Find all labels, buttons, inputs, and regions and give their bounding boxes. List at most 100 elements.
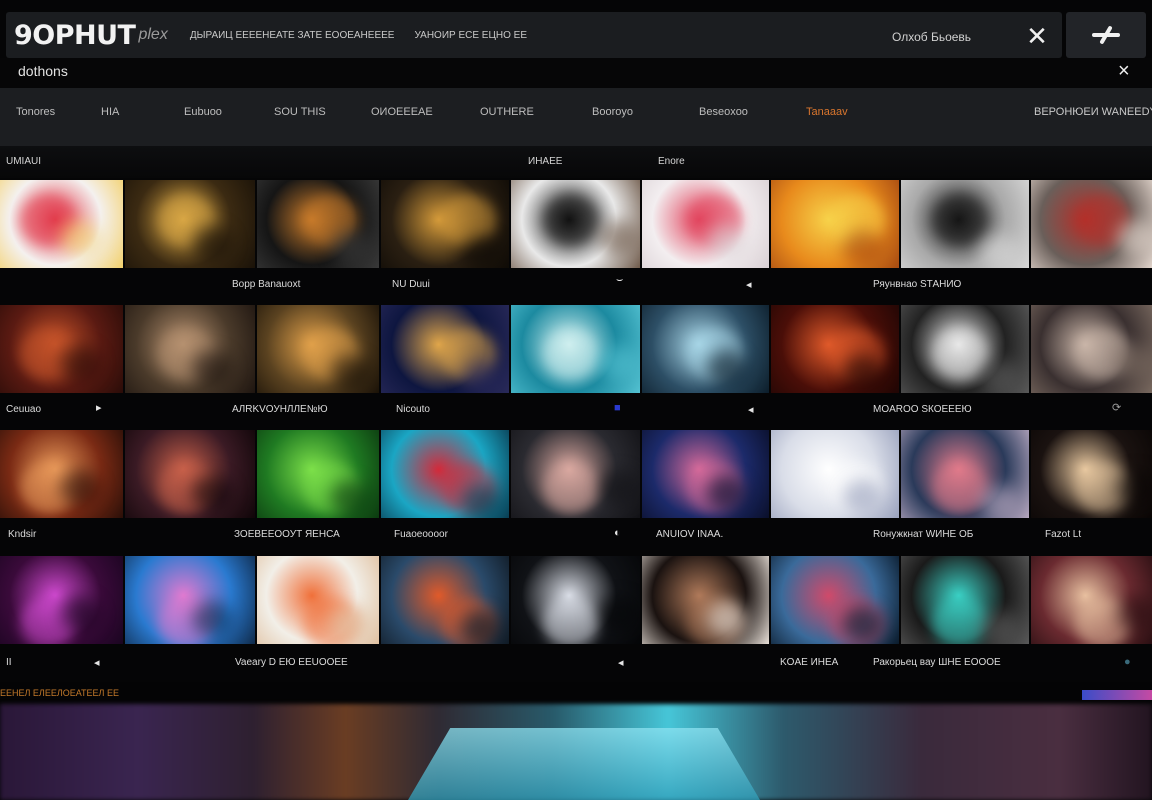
thumbnail-tile[interactable]	[771, 180, 899, 268]
tile-caption[interactable]: Ракорьец вау ШНЕ ЕОООЕ	[873, 657, 1001, 668]
arrow-icon[interactable]: ◂	[94, 656, 100, 669]
thumbnail-tile[interactable]	[901, 305, 1029, 393]
user-name-text[interactable]: Олхоб Бьоевь	[892, 30, 971, 44]
thumbnail-tile[interactable]	[1031, 180, 1152, 268]
thumbnail-tile[interactable]	[0, 180, 123, 268]
thumbnail-tile[interactable]	[1031, 305, 1152, 393]
thumbnail-tile[interactable]	[257, 430, 379, 518]
thumbnail-tile[interactable]	[381, 430, 509, 518]
app-logo[interactable]: 9OPHUT	[14, 20, 136, 51]
thumbnail-tile[interactable]	[642, 180, 769, 268]
thumbnail-image-shade	[980, 235, 1020, 268]
thumbnail-image-shade	[1117, 345, 1152, 381]
tab-category-8[interactable]: Beseoxoo	[699, 106, 748, 118]
tab-category-6[interactable]: OUTHERE	[480, 106, 534, 118]
arrow-icon[interactable]: ◂	[618, 656, 624, 669]
thumbnail-tile[interactable]	[511, 180, 640, 268]
thumbnail-tile[interactable]	[901, 556, 1029, 644]
thumbnail-tile[interactable]	[125, 305, 255, 393]
tab-category-5[interactable]: ОИОЕЕЕАЕ	[371, 106, 433, 118]
tile-caption[interactable]: KOАЕ ИНЕА	[780, 657, 838, 668]
thumbnail-row	[0, 305, 1152, 393]
info-icon[interactable]: ◐	[614, 527, 621, 539]
tab-category-7[interactable]: Booroyo	[592, 106, 633, 118]
thumbnail-tile[interactable]	[257, 180, 379, 268]
thumbnail-tile[interactable]	[642, 556, 769, 644]
thumbnail-row	[0, 430, 1152, 518]
tab-category-active[interactable]: Tanaaav	[806, 106, 848, 118]
sort-dropdown[interactable]: ВЕРОНЮЕИ WANEEDY	[1034, 106, 1152, 118]
thumbnail-tile[interactable]	[125, 180, 255, 268]
thumbnail-image-shade	[843, 355, 883, 391]
tile-caption[interactable]: AЛRKVОУНЛЛЕ№Ю	[232, 404, 328, 415]
tile-caption[interactable]: Ворр Banauoxt	[232, 279, 300, 290]
thumbnail-image-shade	[192, 225, 232, 261]
tile-caption[interactable]: ANUIOV INAA.	[656, 529, 723, 540]
thumbnail-image-shade	[192, 601, 232, 637]
tile-caption[interactable]: NU Duui	[392, 279, 430, 290]
caption-row-1: Ворр Banauoxt NU Duui ⌣ ◂ Ряунвнао SТАНИ…	[0, 268, 1152, 304]
clear-search-icon[interactable]: ×	[1118, 60, 1130, 83]
tab-category-4[interactable]: SOU THIS	[274, 106, 326, 118]
thumbnail-tile[interactable]	[381, 305, 509, 393]
search-input[interactable]: dothons	[18, 63, 68, 79]
thumbnail-image-shade	[462, 360, 502, 393]
thumbnail-image-shade	[462, 485, 502, 518]
thumbnail-tile[interactable]	[381, 180, 509, 268]
thumbnail-tile[interactable]	[125, 430, 255, 518]
tile-caption[interactable]: II	[6, 657, 12, 668]
tile-caption[interactable]: Kndsir	[8, 529, 36, 540]
tile-caption[interactable]: Fuaoeoooor	[394, 529, 448, 540]
bottom-label: ЕЕНЕЛ ЕЛЕЕЛОЕАТЕЕЛ ЕЕ	[0, 688, 119, 698]
thumbnail-tile[interactable]	[901, 430, 1029, 518]
thumbnail-tile[interactable]	[771, 430, 899, 518]
thumbnail-tile[interactable]	[0, 430, 123, 518]
search-row: dothons ×	[0, 58, 1152, 88]
thumbnail-tile[interactable]	[0, 556, 123, 644]
thumbnail-image	[543, 194, 599, 246]
thumbnail-image-shade	[192, 350, 232, 386]
thumbnail-tile[interactable]	[901, 180, 1029, 268]
close-icon[interactable]: ✕	[1022, 21, 1052, 51]
tab-category-1[interactable]: Tonores	[16, 106, 55, 118]
thumbnail-tile[interactable]	[511, 556, 640, 644]
tile-caption[interactable]: Fazot Lt	[1045, 529, 1081, 540]
tab-category-2[interactable]: HIA	[101, 106, 119, 118]
status-dot-icon: ●	[1124, 656, 1131, 668]
thumbnail-image-shade	[707, 601, 747, 637]
tile-caption[interactable]: Ceuuao	[6, 404, 41, 415]
share-icon[interactable]: ⟳	[1112, 401, 1121, 414]
tile-caption[interactable]: Rонужкнат WИНЕ ОБ	[873, 529, 973, 540]
tile-caption[interactable]: Ряунвнао SТАНИО	[873, 279, 961, 290]
section-header: UMIAUI ИНАЕЕ Enore	[0, 146, 1152, 178]
header-link-2[interactable]: УАНОИР ЕСЕ ЕЦНО ЕЕ	[414, 30, 527, 41]
arrow-icon[interactable]: ◂	[746, 278, 752, 291]
thumbnail-image	[543, 597, 599, 644]
thumbnail-tile[interactable]	[125, 556, 255, 644]
thumbnail-tile[interactable]	[771, 305, 899, 393]
thumbnail-tile[interactable]	[771, 556, 899, 644]
thumbnail-tile[interactable]	[1031, 556, 1152, 644]
color-chip	[1082, 690, 1152, 700]
tab-category-3[interactable]: Eubuoo	[184, 106, 222, 118]
thumbnail-tile[interactable]	[642, 305, 769, 393]
arrow-icon[interactable]: ◂	[748, 403, 754, 416]
thumbnail-tile[interactable]	[1031, 430, 1152, 518]
thumbnail-tile[interactable]	[511, 305, 640, 393]
thumbnail-tile[interactable]	[381, 556, 509, 644]
thumbnail-tile[interactable]	[0, 305, 123, 393]
thumbnail-tile[interactable]	[642, 430, 769, 518]
tile-caption[interactable]: ЗОЕВЕЕООУТ ЯЕНСА	[234, 529, 340, 540]
tile-caption[interactable]: MOAROO SКОЕЕЕЮ	[873, 404, 972, 415]
thumbnail-tile[interactable]	[257, 556, 379, 644]
play-icon[interactable]: ⌣	[616, 274, 623, 287]
tile-caption[interactable]: Vaeary D ЕЮ ЕЕUOOEE	[235, 657, 348, 668]
tile-caption[interactable]: Nicouto	[396, 404, 430, 415]
thumbnail-tile[interactable]	[511, 430, 640, 518]
header-link-1[interactable]: ДЫРАИЦ ЕЕЕЕНЕАТЕ ЗАТЕ ЕООЕАНЕЕЕЕ	[190, 30, 395, 41]
thumbnail-image-shade	[599, 345, 639, 381]
bookmark-icon[interactable]: ■	[614, 402, 621, 414]
thumbnail-tile[interactable]	[257, 305, 379, 393]
section-title-right: Enore	[658, 156, 685, 167]
add-button[interactable]	[1066, 12, 1146, 58]
